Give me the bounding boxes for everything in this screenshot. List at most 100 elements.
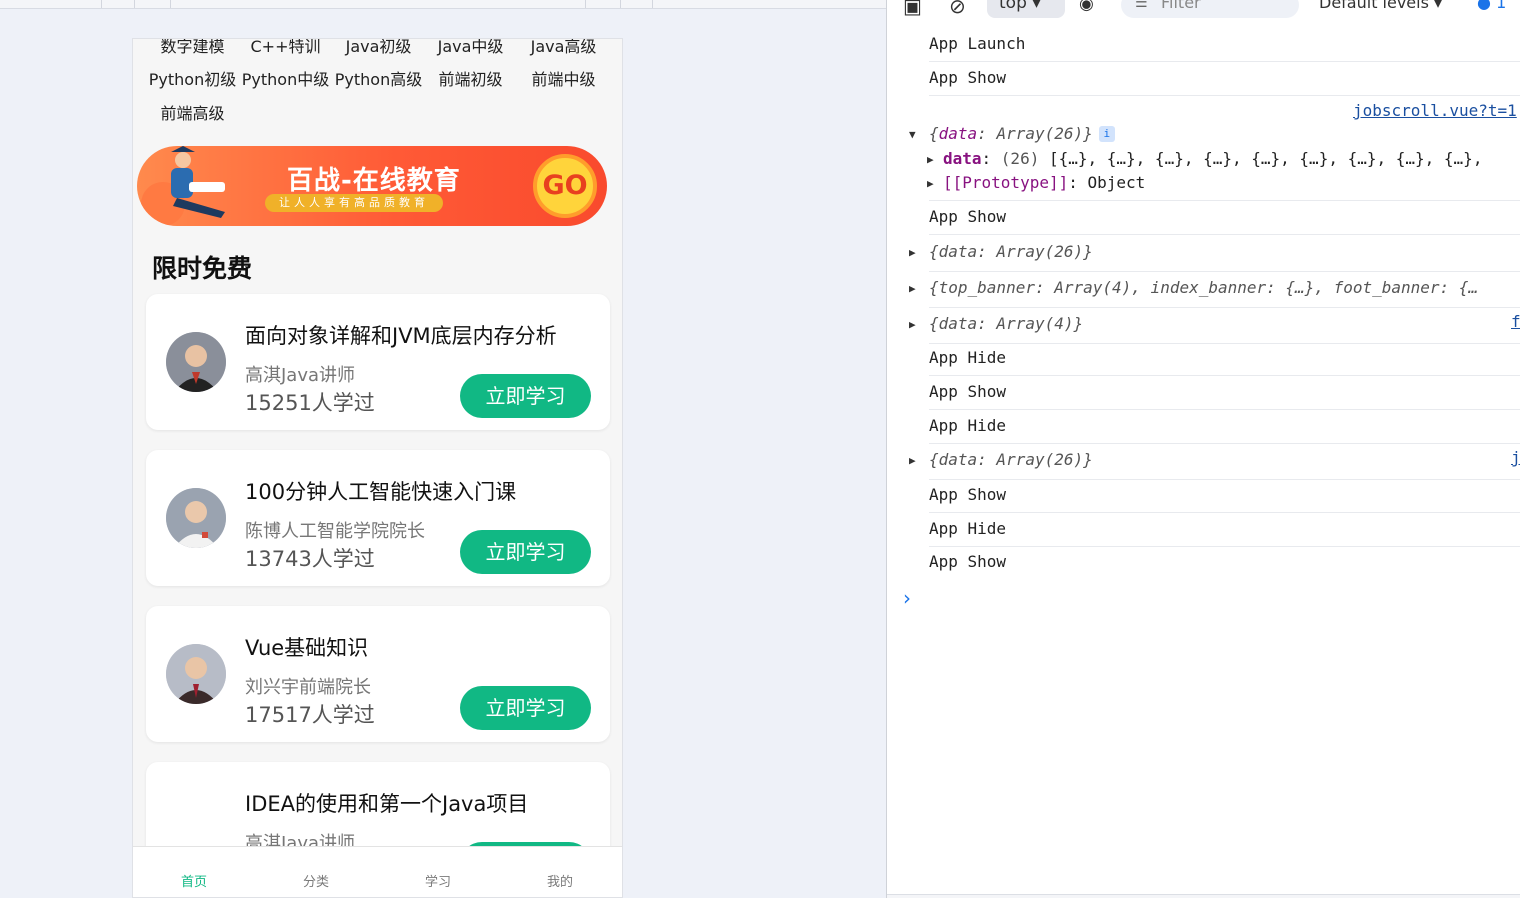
phone-screen: 数字建模 C++特训 Java初级 Java中级 Java高级 Python初级… <box>132 38 623 898</box>
live-expression-eye-icon[interactable]: ◉ <box>1079 0 1094 14</box>
console-prompt-icon[interactable]: › <box>903 586 911 610</box>
divider <box>620 0 621 8</box>
message-text: App Hide <box>929 519 1007 538</box>
collapse-triangle-icon[interactable]: ▼ <box>909 128 916 141</box>
issues-counter[interactable]: ● 1 <box>1477 0 1506 14</box>
course-learner-count: 13743人学过 <box>245 547 375 571</box>
course-title: Vue基础知识 <box>245 636 369 660</box>
course-card[interactable]: Vue基础知识 刘兴宇前端院长 17517人学过 立即学习 <box>146 606 610 742</box>
console-message: ▶ {data: Array(26)} j <box>909 448 1520 480</box>
course-title: 100分钟人工智能快速入门课 <box>245 480 517 504</box>
tab-learning[interactable]: 学习 <box>377 871 499 890</box>
object-property[interactable]: data: (26) [{…}, {…}, {…}, {…}, {…}, {…}… <box>943 149 1482 168</box>
console-message: App Show <box>929 68 1520 96</box>
teacher-avatar <box>166 332 226 392</box>
category-item[interactable]: Python高级 <box>332 66 425 90</box>
divider <box>652 0 653 8</box>
course-card[interactable]: 100分钟人工智能快速入门课 陈博人工智能学院院长 13743人学过 立即学习 <box>146 450 610 586</box>
banner-subtitle: 让人人享有高品质教育 <box>265 194 443 212</box>
property-key: [[Prototype]] <box>943 173 1069 192</box>
chevron-down-icon: ▾ <box>1434 0 1443 12</box>
console-message: App Show <box>929 207 1520 235</box>
category-item[interactable]: Java高级 <box>517 39 610 57</box>
sidebar-toggle-icon[interactable]: ▣ <box>903 0 922 18</box>
expand-triangle-icon[interactable]: ▶ <box>927 177 934 190</box>
console-message: App Show <box>929 485 1520 513</box>
category-item[interactable]: 前端初级 <box>424 66 517 90</box>
object-summary[interactable]: {top_banner: Array(4), index_banner: {…}… <box>929 278 1478 297</box>
clear-console-icon[interactable]: ⊘ <box>949 0 966 18</box>
filter-placeholder: Filter <box>1161 0 1201 12</box>
category-item[interactable]: 前端高级 <box>146 100 239 124</box>
section-title: 限时免费 <box>152 254 253 283</box>
source-link[interactable]: f <box>1511 312 1520 331</box>
message-text: App Show <box>929 382 1007 401</box>
object-summary[interactable]: {data: Array(26)} <box>929 450 1093 469</box>
object-value: Array(26) <box>996 124 1084 143</box>
console-message: ▶ {data: Array(26)} <box>909 242 1520 272</box>
context-label: top <box>999 0 1027 13</box>
source-link[interactable]: jobscroll.vue?t=1 <box>1353 101 1517 120</box>
log-levels-dropdown[interactable]: Default levels ▾ <box>1319 0 1442 14</box>
chevron-down-icon: ▾ <box>1032 0 1041 13</box>
console-message: App Hide <box>929 348 1520 376</box>
divider <box>170 0 171 8</box>
source-link[interactable]: j <box>1511 448 1520 467</box>
expand-triangle-icon[interactable]: ▶ <box>909 454 916 467</box>
category-item[interactable]: Python初级 <box>146 66 239 90</box>
start-learning-button[interactable]: 立即学习 <box>460 374 591 418</box>
teacher-avatar <box>166 488 226 548</box>
levels-label: Default levels <box>1319 0 1429 12</box>
category-item[interactable]: Python中级 <box>239 66 332 90</box>
emulator-area: 数字建模 C++特训 Java初级 Java中级 Java高级 Python初级… <box>0 0 886 898</box>
info-icon[interactable]: i <box>1098 126 1115 142</box>
message-text: App Hide <box>929 348 1007 367</box>
property-items: [{…}, {…}, {…}, {…}, {…}, {…}, {…}, {…},… <box>1048 149 1483 168</box>
student-illustration-icon <box>141 146 225 226</box>
object-summary[interactable]: {data: Array(26)} i <box>929 124 1115 143</box>
course-learner-count: 15251人学过 <box>245 391 375 415</box>
console-message: App Hide <box>929 519 1520 547</box>
object-summary[interactable]: {data: Array(4)} <box>929 314 1083 333</box>
category-item[interactable]: C++特训 <box>239 39 332 57</box>
divider <box>101 0 102 8</box>
divider <box>585 0 586 8</box>
banner-title: 百战-在线教育 <box>287 166 461 196</box>
devtools-console: ▣ ⊘ top ▾ ◉ ☰ Filter Default levels ▾ ● … <box>886 0 1520 898</box>
filter-input[interactable]: ☰ Filter <box>1121 0 1299 18</box>
expand-triangle-icon[interactable]: ▶ <box>909 318 916 331</box>
message-text: App Show <box>929 552 1007 571</box>
emulator-top-bar <box>0 0 886 9</box>
course-title: 面向对象详解和JVM底层内存分析 <box>245 324 557 348</box>
banner-go-button[interactable]: GO <box>533 154 597 218</box>
console-toolbar: ▣ ⊘ top ▾ ◉ ☰ Filter Default levels ▾ ● … <box>887 0 1520 22</box>
course-teacher: 刘兴宇前端院长 <box>245 677 371 698</box>
expand-triangle-icon[interactable]: ▶ <box>909 282 916 295</box>
start-learning-button[interactable]: 立即学习 <box>460 686 591 730</box>
promo-banner[interactable]: 百战-在线教育 让人人享有高品质教育 GO <box>137 146 607 226</box>
tab-home[interactable]: 首页 <box>133 871 255 890</box>
message-text: App Show <box>929 485 1007 504</box>
console-message: App Show <box>929 382 1520 410</box>
message-text: App Hide <box>929 416 1007 435</box>
message-text: App Show <box>929 207 1007 226</box>
filter-icon: ☰ <box>1135 0 1148 11</box>
context-select[interactable]: top ▾ <box>987 0 1065 18</box>
course-card[interactable]: 面向对象详解和JVM底层内存分析 高淇Java讲师 15251人学过 立即学习 <box>146 294 610 430</box>
expand-triangle-icon[interactable]: ▶ <box>909 246 916 259</box>
expand-triangle-icon[interactable]: ▶ <box>927 153 934 166</box>
category-item[interactable]: Java中级 <box>424 39 517 57</box>
start-learning-button[interactable]: 立即学习 <box>460 530 591 574</box>
bottom-tab-bar: 首页 分类 学习 我的 <box>133 846 622 897</box>
console-message: ▶ {data: Array(4)} f <box>909 312 1520 344</box>
tab-category[interactable]: 分类 <box>255 871 377 890</box>
category-item[interactable]: 数字建模 <box>146 39 239 57</box>
tab-mine[interactable]: 我的 <box>499 871 621 890</box>
prototype-property[interactable]: [[Prototype]]: Object <box>943 173 1145 192</box>
teacher-avatar <box>166 644 226 704</box>
category-item[interactable]: Java初级 <box>332 39 425 57</box>
drawer-edge <box>887 894 1520 898</box>
object-summary[interactable]: {data: Array(26)} <box>929 242 1093 261</box>
console-message: ▶ {top_banner: Array(4), index_banner: {… <box>909 278 1520 308</box>
category-item[interactable]: 前端中级 <box>517 66 610 90</box>
